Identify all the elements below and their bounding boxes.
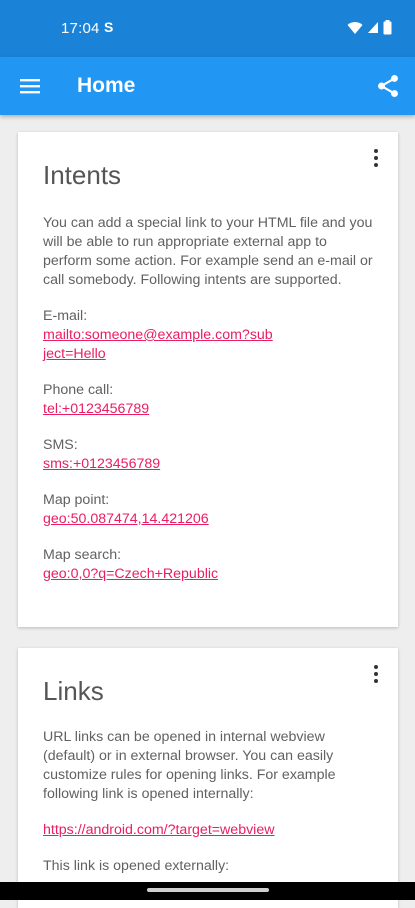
intent-item-map-search: Map search: geo:0,0?q=Czech+Republic	[43, 546, 378, 584]
page-title: Home	[77, 74, 136, 97]
intent-label: Map point:	[43, 492, 110, 508]
link-internal[interactable]: https://android.com/?target=webview	[43, 821, 274, 840]
intent-item-sms: SMS: sms:+0123456789	[43, 436, 378, 474]
intents-card: Intents You can add a special link to yo…	[18, 132, 398, 627]
navigation-bar	[0, 882, 415, 900]
share-icon[interactable]	[375, 73, 401, 99]
intent-item-phone: Phone call: tel:+0123456789	[43, 381, 378, 419]
intent-link-map-search[interactable]: geo:0,0?q=Czech+Republic	[43, 565, 218, 584]
intent-link-email[interactable]: mailto:someone@example.com?subject=Hello	[43, 326, 273, 364]
links-card-title: Links	[43, 676, 104, 706]
status-bar: 17:04 S	[0, 0, 415, 57]
sim-icon: S	[104, 19, 114, 35]
links-description: URL links can be opened in internal webv…	[43, 729, 336, 802]
status-icons	[347, 20, 392, 35]
intent-item-email: E-mail: mailto:someone@example.com?subje…	[43, 307, 378, 364]
home-gesture-handle[interactable]	[147, 888, 269, 892]
app-bar: Home	[0, 57, 415, 115]
links-external-text: This link is opened externally:	[43, 858, 230, 874]
hamburger-menu-icon[interactable]	[18, 75, 42, 97]
intent-link-sms[interactable]: sms:+0123456789	[43, 455, 160, 474]
intent-link-phone[interactable]: tel:+0123456789	[43, 400, 149, 419]
status-time: 17:04	[61, 20, 100, 37]
link-external-text-item: This link is opened externally:	[43, 857, 378, 876]
link-internal-item: https://android.com/?target=webview	[43, 821, 378, 840]
intent-link-map-point[interactable]: geo:50.087474,14.421206	[43, 510, 209, 529]
overflow-menu-icon[interactable]	[372, 665, 380, 685]
intents-card-title: Intents	[43, 160, 122, 190]
intent-label: SMS:	[43, 437, 78, 453]
wifi-icon	[347, 21, 363, 34]
links-card: Links URL links can be opened in interna…	[18, 648, 398, 908]
battery-icon	[383, 20, 392, 35]
intent-label: Map search:	[43, 547, 122, 563]
intents-card-body: You can add a special link to your HTML …	[43, 214, 378, 584]
intent-label: E-mail:	[43, 308, 88, 324]
overflow-menu-icon[interactable]	[372, 149, 380, 169]
cell-signal-icon	[368, 22, 378, 33]
intent-label: Phone call:	[43, 382, 114, 398]
intents-description: You can add a special link to your HTML …	[43, 215, 373, 288]
links-card-body: URL links can be opened in internal webv…	[43, 728, 378, 876]
intent-item-map-point: Map point: geo:50.087474,14.421206	[43, 491, 378, 529]
